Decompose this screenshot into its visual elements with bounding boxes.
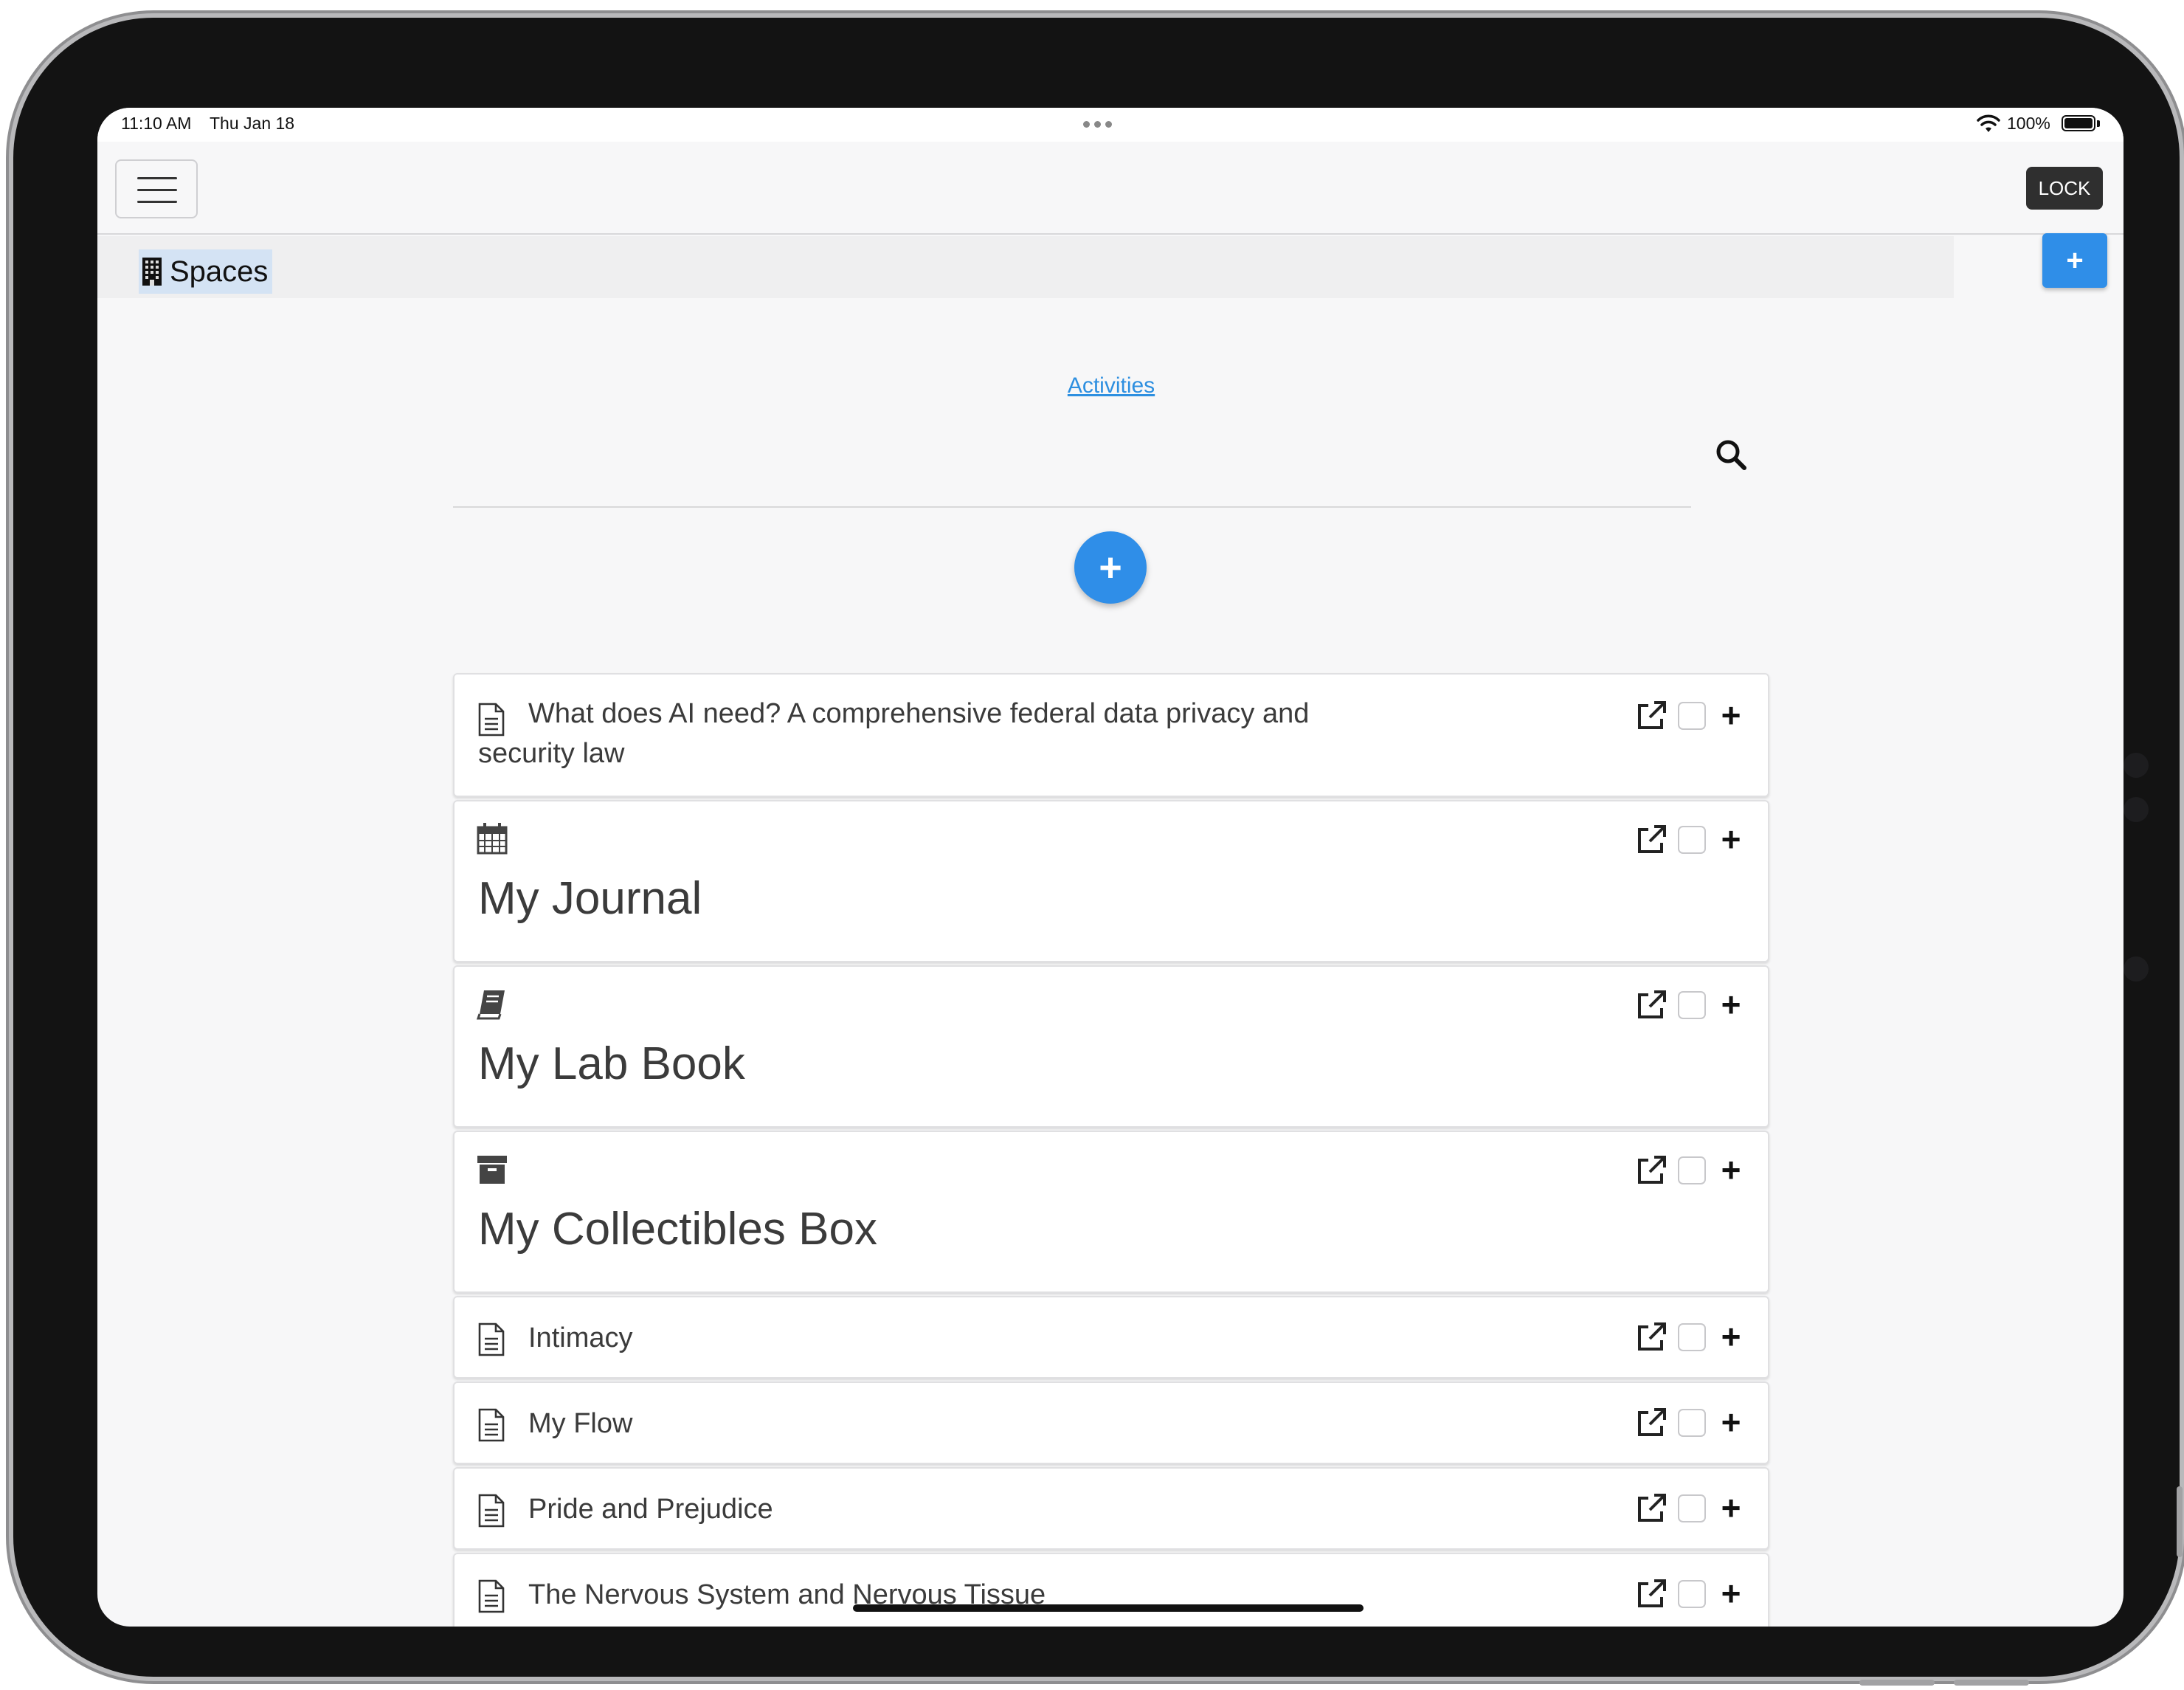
screen: 11:10 AM Thu Jan 18 100% LOCK Spaces + A…	[97, 108, 2123, 1627]
list-item[interactable]: Pride and Prejudice +	[453, 1467, 1769, 1550]
book-icon	[477, 990, 505, 1020]
archive-box-icon	[477, 1156, 507, 1184]
volume-button	[1859, 1680, 1935, 1686]
status-date: Thu Jan 18	[210, 114, 295, 133]
list-item[interactable]: My Flow +	[453, 1382, 1769, 1464]
status-time: 11:10 AM	[121, 114, 192, 133]
search-icon[interactable]	[1713, 437, 1749, 472]
select-checkbox[interactable]	[1678, 1156, 1706, 1184]
wifi-icon	[1977, 114, 2000, 132]
lock-button[interactable]: LOCK	[2026, 167, 2103, 210]
add-child-button[interactable]: +	[1716, 987, 1746, 1021]
select-checkbox[interactable]	[1678, 1323, 1706, 1351]
external-link-icon[interactable]	[1635, 824, 1668, 856]
item-title: My Lab Book	[478, 1038, 745, 1089]
power-button	[2177, 1486, 2183, 1557]
add-child-button[interactable]: +	[1716, 698, 1746, 732]
list-item[interactable]: The Nervous System and Nervous Tissue +	[453, 1553, 1769, 1627]
spaces-label: Spaces	[170, 255, 269, 288]
add-child-button[interactable]: +	[1716, 822, 1746, 856]
select-checkbox[interactable]	[1678, 1580, 1706, 1608]
external-link-icon[interactable]	[1635, 700, 1668, 732]
item-actions: +	[1635, 987, 1746, 1021]
battery-tip	[2097, 120, 2100, 127]
external-link-icon[interactable]	[1635, 989, 1668, 1021]
item-title: My Journal	[478, 873, 702, 924]
item-title: My Flow	[528, 1408, 633, 1439]
add-child-button[interactable]: +	[1716, 1405, 1746, 1439]
item-title: Intimacy	[528, 1322, 633, 1353]
select-checkbox[interactable]	[1678, 1494, 1706, 1522]
item-actions: +	[1635, 822, 1746, 856]
item-title: What does AI need? A comprehensive feder…	[478, 698, 1310, 769]
select-checkbox[interactable]	[1678, 826, 1706, 854]
sensor-dot	[2123, 956, 2149, 982]
select-checkbox[interactable]	[1678, 702, 1706, 730]
building-icon	[142, 258, 162, 286]
list-item[interactable]: My Lab Book +	[453, 965, 1769, 1128]
item-title: My Collectibles Box	[478, 1204, 877, 1255]
item-actions: +	[1635, 1320, 1746, 1353]
item-actions: +	[1635, 1491, 1746, 1525]
add-child-button[interactable]: +	[1716, 1576, 1746, 1610]
item-actions: +	[1635, 698, 1746, 732]
top-navbar: LOCK	[97, 142, 2123, 235]
list-item[interactable]: My Journal +	[453, 800, 1769, 962]
add-child-button[interactable]: +	[1716, 1491, 1746, 1525]
add-child-button[interactable]: +	[1716, 1320, 1746, 1353]
multitasking-dots[interactable]	[1083, 121, 1112, 128]
item-title: Pride and Prejudice	[528, 1494, 773, 1525]
item-actions: +	[1635, 1405, 1746, 1439]
battery-percent: 100%	[2007, 114, 2050, 133]
add-space-button[interactable]: +	[2042, 233, 2107, 288]
calendar-icon	[477, 823, 508, 855]
add-child-button[interactable]: +	[1716, 1153, 1746, 1187]
list-item[interactable]: My Collectibles Box +	[453, 1131, 1769, 1293]
battery-icon	[2062, 115, 2095, 131]
hamburger-menu-icon[interactable]	[115, 159, 198, 218]
select-checkbox[interactable]	[1678, 1409, 1706, 1437]
external-link-icon[interactable]	[1635, 1578, 1668, 1610]
select-checkbox[interactable]	[1678, 991, 1706, 1019]
sensor-dot	[2123, 753, 2149, 778]
external-link-icon[interactable]	[1635, 1492, 1668, 1525]
sensor-dot	[2123, 797, 2149, 822]
add-item-button[interactable]: +	[1074, 531, 1147, 604]
spaces-breadcrumb[interactable]: Spaces	[139, 249, 273, 294]
external-link-icon[interactable]	[1635, 1154, 1668, 1187]
list-item[interactable]: Intimacy +	[453, 1296, 1769, 1379]
ipad-frame: 11:10 AM Thu Jan 18 100% LOCK Spaces + A…	[13, 18, 2180, 1677]
item-actions: +	[1635, 1576, 1746, 1610]
list-item[interactable]: What does AI need? A comprehensive feder…	[453, 673, 1769, 797]
activities-link[interactable]: Activities	[1061, 373, 1161, 399]
breadcrumb-bar: Spaces	[97, 236, 1954, 298]
search-input-underline[interactable]	[453, 506, 1691, 508]
external-link-icon[interactable]	[1635, 1321, 1668, 1353]
home-indicator[interactable]	[853, 1604, 1364, 1612]
external-link-icon[interactable]	[1635, 1407, 1668, 1439]
item-actions: +	[1635, 1153, 1746, 1187]
volume-button	[1954, 1680, 2029, 1686]
status-bar: 11:10 AM Thu Jan 18 100%	[97, 108, 2123, 142]
